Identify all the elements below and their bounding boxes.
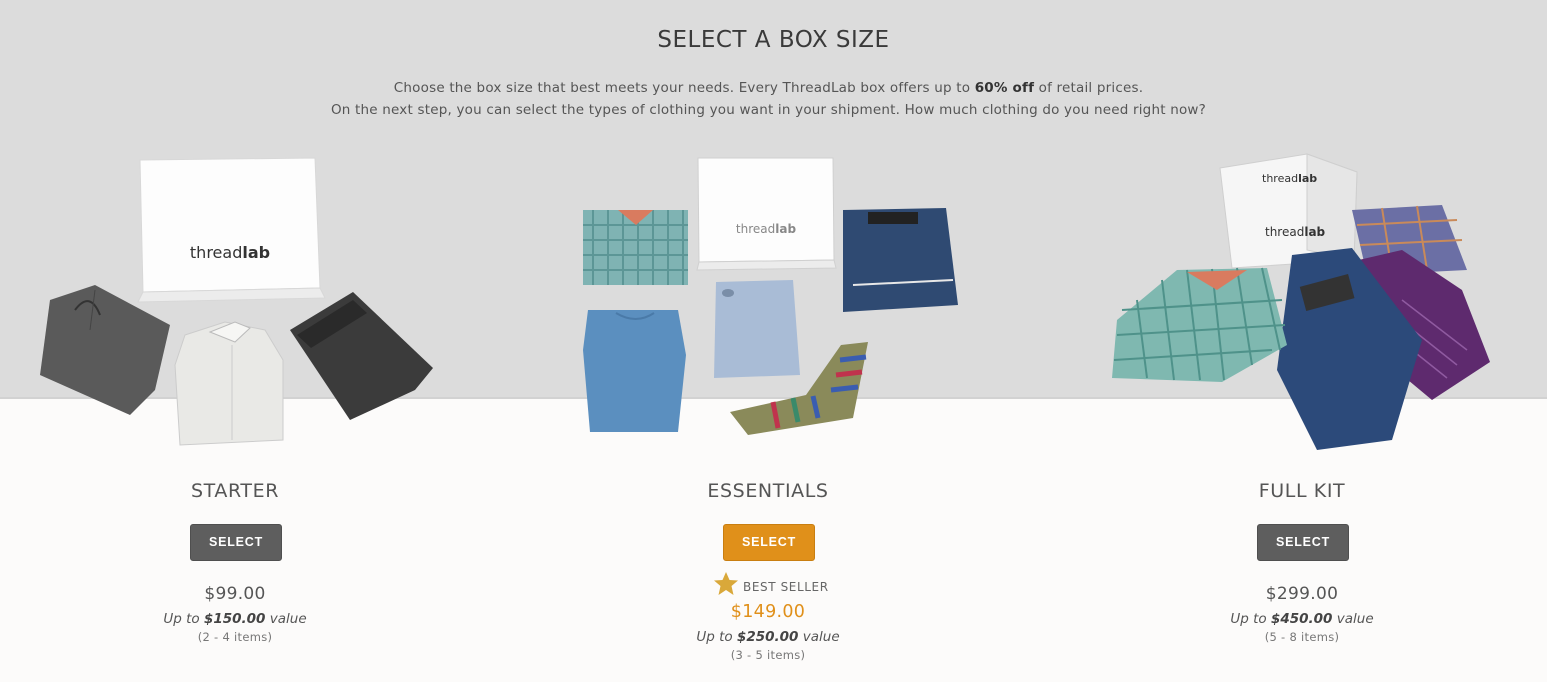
box-logo-bold: lab xyxy=(1298,172,1317,185)
best-seller-badge: BEST SELLER xyxy=(713,571,843,597)
box-item-count: (2 - 4 items) xyxy=(197,630,273,644)
select-essentials-button[interactable]: SELECT xyxy=(723,524,815,561)
essentials-box-image: threadlab xyxy=(583,157,958,435)
box-price: $149.00 xyxy=(730,602,806,622)
box-logo-thin: thread xyxy=(1262,172,1298,185)
value-amount: $150.00 xyxy=(203,611,266,627)
star-icon xyxy=(714,572,738,595)
value-prefix: Up to xyxy=(1230,611,1271,627)
value-suffix: value xyxy=(265,611,307,627)
box-value: Up to $150.00 value xyxy=(35,611,435,627)
box-logo-bold: lab xyxy=(1304,225,1325,239)
box-value: Up to $450.00 value xyxy=(1102,611,1502,627)
svg-text:threadlab: threadlab xyxy=(190,243,270,262)
box-logo-thin: thread xyxy=(1265,225,1304,239)
box-name: FULL KIT xyxy=(1258,480,1346,502)
best-seller-label: BEST SELLER xyxy=(743,580,829,594)
box-price: $299.00 xyxy=(1265,584,1339,604)
svg-text:threadlab: threadlab xyxy=(1262,172,1317,185)
svg-text:threadlab: threadlab xyxy=(1265,225,1326,239)
value-suffix: value xyxy=(798,629,840,645)
value-suffix: value xyxy=(1332,611,1374,627)
svg-text:threadlab: threadlab xyxy=(736,222,797,236)
select-full-kit-button[interactable]: SELECT xyxy=(1257,524,1349,561)
box-logo-bold: lab xyxy=(775,222,796,236)
box-option-starter: threadlab STARTER SELECT $99.00 Up to $1… xyxy=(35,0,435,682)
box-item-count: (5 - 8 items) xyxy=(1264,630,1340,644)
select-starter-button[interactable]: SELECT xyxy=(190,524,282,561)
starter-box-image: threadlab xyxy=(40,157,433,446)
discount-highlight: 60% off xyxy=(974,80,1035,96)
box-logo-thin: thread xyxy=(736,222,775,236)
box-price: $99.00 xyxy=(204,584,266,604)
full-kit-box-image: threadlab threadlab xyxy=(1112,153,1490,450)
box-value: Up to $250.00 value xyxy=(568,629,968,645)
value-prefix: Up to xyxy=(163,611,204,627)
value-prefix: Up to xyxy=(696,629,737,645)
box-option-full-kit: threadlab threadlab FULL KIT SELECT $299… xyxy=(1102,0,1502,682)
box-option-essentials: threadlab ESSENTIALS SELECT BEST SELLER … xyxy=(568,0,968,682)
box-name: STARTER xyxy=(190,480,280,502)
box-name: ESSENTIALS xyxy=(707,480,829,502)
box-logo-bold: lab xyxy=(242,243,270,262)
box-logo-thin: thread xyxy=(190,243,242,262)
value-amount: $250.00 xyxy=(736,629,799,645)
value-amount: $450.00 xyxy=(1270,611,1333,627)
box-item-count: (3 - 5 items) xyxy=(730,648,806,662)
